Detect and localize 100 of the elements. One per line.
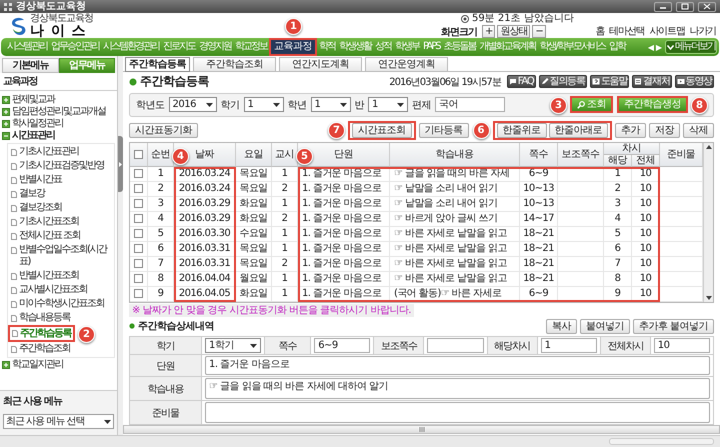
column-header: 해당 xyxy=(604,154,632,167)
menu-item[interactable]: 주간학습조회 xyxy=(8,342,73,356)
toolbar-button[interactable]: 저장 xyxy=(649,122,680,138)
table-cell: 10 xyxy=(632,272,660,287)
page-tab[interactable]: 주간학습등록 xyxy=(125,57,190,72)
row-checkbox[interactable] xyxy=(134,229,143,238)
menu-group[interactable]: 담임편성관리및교과개설 xyxy=(1,106,117,118)
menu-item[interactable]: 결보강 xyxy=(8,187,48,201)
maximize-button[interactable] xyxy=(676,2,694,12)
text-field[interactable]: 10 xyxy=(654,338,710,353)
scrollbar[interactable] xyxy=(703,142,713,302)
nav-item[interactable]: 교육과정 xyxy=(269,38,317,56)
menu-item[interactable]: 학습내용등록 xyxy=(8,311,73,325)
row-checkbox[interactable] xyxy=(134,289,143,298)
column-header: 차시 xyxy=(604,142,660,155)
toolbar-button[interactable]: 복사 xyxy=(546,318,577,334)
field-label: 보조쪽수 xyxy=(374,337,424,355)
org-name: 경상북도교육청 xyxy=(30,13,93,24)
menu-item[interactable]: 반별시간표 xyxy=(8,173,64,187)
menu-item[interactable]: 미이수학생시간표조회 xyxy=(8,297,107,311)
row-checkbox[interactable] xyxy=(134,199,143,208)
menu-item[interactable]: 전체시간표 조회 xyxy=(8,229,84,243)
text-field[interactable]: 6~9 xyxy=(314,338,370,353)
table-cell: 1. 즐거운 마음으로 xyxy=(298,212,390,227)
field-label: 단원 xyxy=(130,355,202,377)
sidebar-tab[interactable]: 기본메뉴 xyxy=(2,58,58,73)
minimize-button[interactable] xyxy=(654,2,672,12)
menu-group[interactable]: 학교일지관리 xyxy=(1,359,117,371)
tool-button[interactable]: 동영상 xyxy=(674,75,714,88)
zoom-label: 화면크기 xyxy=(441,26,477,38)
row-checkbox[interactable] xyxy=(134,214,143,224)
page-tab[interactable]: 연간운영계획 xyxy=(365,57,448,71)
toolbar-button[interactable]: 한줄아래로 xyxy=(548,122,608,138)
table-cell: 10 xyxy=(632,226,660,242)
tool-button[interactable]: 질의등록 xyxy=(538,75,587,88)
menu-item[interactable]: 기초시간표검증및반영 xyxy=(8,159,107,173)
dropdown[interactable]: 1 xyxy=(310,97,350,112)
zoom-button[interactable]: 원상태 xyxy=(497,25,530,38)
dropdown[interactable]: 1 xyxy=(368,97,408,112)
scrollbar[interactable] xyxy=(123,425,720,434)
toolbar-button[interactable]: 붙여넣기 xyxy=(580,318,630,334)
table-cell: 10 xyxy=(632,256,660,272)
row-checkbox[interactable] xyxy=(134,274,143,284)
zoom-button[interactable]: − xyxy=(532,25,546,38)
text-area[interactable]: ☞ 글을 읽을 때의 바른 자세에 대하여 알기 xyxy=(205,378,710,399)
header-link[interactable]: 사이트맵 xyxy=(649,25,685,38)
table-cell xyxy=(558,226,604,242)
text-field[interactable]: 1 xyxy=(540,338,597,353)
menu-item[interactable]: 기초시간표관리 xyxy=(8,145,82,159)
speech-bubble-icon xyxy=(508,78,517,86)
zoom-button[interactable]: + xyxy=(482,25,496,38)
table-cell: (국어 활동)☞ 바른 자세로 xyxy=(390,286,520,302)
text-area[interactable] xyxy=(205,402,710,423)
row-checkbox[interactable] xyxy=(134,244,143,254)
text-field[interactable] xyxy=(427,338,484,353)
menu-group[interactable]: 편제및교과 xyxy=(1,94,117,106)
page-tab[interactable]: 연간지도계획 xyxy=(279,57,362,71)
datetime: 2016년03월06일 19시57분 xyxy=(389,76,501,89)
toolbar-button[interactable]: 기타등록 xyxy=(418,122,468,138)
menu-group[interactable]: 시간표관리 xyxy=(1,130,117,142)
table-cell: ☞ 바른 자세로 낱말을 읽고 xyxy=(390,226,520,242)
dropdown[interactable]: 1 xyxy=(244,97,284,112)
recent-menu-dropdown[interactable]: 최근 사용 메뉴 선택 xyxy=(3,414,114,429)
menu-item[interactable]: 교사별시간표조회 xyxy=(8,283,90,297)
callout-badge: 1 xyxy=(285,18,302,35)
table-cell: 1 xyxy=(272,242,298,257)
header-link[interactable]: 나가기 xyxy=(690,25,716,38)
menu-item[interactable]: 기초시간표조회 xyxy=(8,215,82,229)
collapse-handle[interactable] xyxy=(118,136,123,192)
table-cell: 18~21 xyxy=(520,226,558,242)
header-checkbox[interactable] xyxy=(134,150,143,159)
menu-item[interactable]: 반별시간표조회 xyxy=(8,269,82,283)
row-checkbox[interactable] xyxy=(134,259,143,268)
dropdown[interactable]: 2016 xyxy=(168,97,216,112)
toolbar-button[interactable]: 시간표동기화 xyxy=(129,122,198,138)
caret-icon xyxy=(397,102,404,107)
header-link[interactable]: 테마선택 xyxy=(609,25,644,38)
toolbar-button[interactable]: 한줄위로 xyxy=(496,122,546,138)
toolbar-button[interactable]: 삭제 xyxy=(683,122,714,138)
toolbar-button[interactable]: 시간표조회 xyxy=(352,122,412,138)
page-icon xyxy=(12,330,18,337)
text-area[interactable]: 1. 즐거운 마음으로 xyxy=(205,356,710,375)
toolbar-button[interactable]: 추가후 붙여넣기 xyxy=(632,318,714,334)
header-link[interactable]: 홈 xyxy=(595,25,604,38)
row-checkbox[interactable] xyxy=(134,184,143,194)
page-tab[interactable]: 주간학습조회 xyxy=(193,57,276,71)
menu-item[interactable]: 반별수업일수조회(시간표) xyxy=(8,243,114,269)
close-button[interactable] xyxy=(698,2,716,12)
menu-item[interactable]: 주간학습등록 xyxy=(8,325,75,342)
tool-button[interactable]: FAQ xyxy=(506,75,536,88)
more-menu-button[interactable]: 메뉴더보기 xyxy=(665,40,717,54)
menu-group[interactable]: 학사일정관리 xyxy=(1,118,117,130)
text-field[interactable]: 국어 xyxy=(435,97,505,112)
toolbar-button[interactable]: 추가 xyxy=(615,122,646,138)
menu-item[interactable]: 결보강조회 xyxy=(8,201,64,215)
table-cell: 2016.03.30 xyxy=(174,226,236,242)
row-checkbox[interactable] xyxy=(134,169,143,178)
tool-button[interactable]: 도움말 xyxy=(590,75,630,88)
dropdown[interactable]: 1학기 xyxy=(205,338,262,353)
tool-button[interactable]: 결재처 xyxy=(632,75,672,88)
